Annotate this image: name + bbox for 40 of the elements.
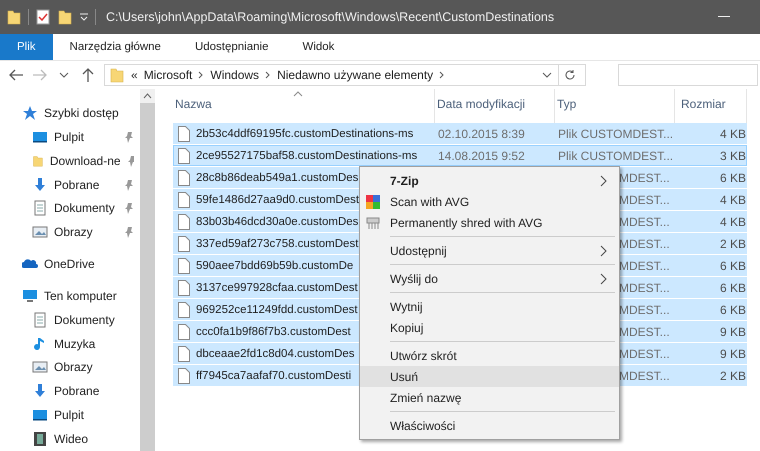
- size-cell-text: 4 KB: [718, 214, 747, 228]
- size-cell-text: 3 KB: [718, 148, 747, 162]
- file-name: 969252ce11249fdd.customDest: [196, 304, 358, 316]
- type-cell-text: MDEST...: [618, 236, 671, 250]
- type-cell-text: MDEST...: [618, 280, 671, 294]
- size-cell-text: 9 KB: [718, 324, 747, 338]
- size-cell-text: 6 KB: [718, 258, 747, 272]
- type-cell-text: MDEST...: [618, 214, 671, 228]
- file-name: ccc0fa1b9f86f7b3.customDest: [196, 326, 351, 338]
- type-cell-text: MDEST...: [618, 170, 671, 184]
- size-cell-text: 6 KB: [718, 302, 747, 316]
- size-cell-text: 9 KB: [718, 346, 747, 360]
- file-name: 59fe1486d27aa9d0.customDest: [196, 194, 360, 206]
- address-prefix: «: [131, 68, 138, 82]
- type-cell-text: MDEST...: [618, 302, 671, 316]
- type-cell-text: Plik CUSTOMDEST...: [557, 126, 674, 140]
- date-cell-text: 14.08.2015 9:52: [437, 148, 526, 162]
- file-name: ff7945ca7aafaf70.customDesti: [196, 370, 352, 382]
- file-name: 590aee7bdd69b59b.customDe: [196, 260, 354, 272]
- type-cell-text: MDEST...: [618, 192, 671, 206]
- window-title: C:\Users\john\AppData\Roaming\Microsoft\Windows\Recent\CustomDestinations: [106, 10, 554, 24]
- size-cell-text: 4 KB: [718, 126, 747, 140]
- size-cell-text: 2 KB: [718, 368, 747, 382]
- size-cell-text: 6 KB: [718, 170, 747, 184]
- size-cell-text: 6 KB: [718, 280, 747, 294]
- file-name: 3137ce997928cfaa.customDest: [196, 282, 358, 294]
- type-cell-text: MDEST...: [618, 258, 671, 272]
- size-cell-text: 4 KB: [718, 192, 747, 206]
- file-name: 2ce95527175baf58.customDestinations-ms: [196, 150, 418, 162]
- type-cell-text: MDEST...: [618, 324, 671, 338]
- type-cell-text: Plik CUSTOMDEST...: [557, 148, 674, 162]
- size-cell-text: 2 KB: [718, 236, 747, 250]
- file-name: 337ed59af273c758.customDest: [196, 238, 358, 250]
- date-cell-text: 02.10.2015 8:39: [437, 126, 526, 140]
- file-name: 28c8b86deab549a1.customDes: [196, 172, 358, 184]
- file-name: 83b03b46dcd30a0e.customDes: [196, 216, 358, 228]
- file-name: 2b53c4ddf69195fc.customDestinations-ms: [196, 128, 414, 140]
- file-name: dbceaae2fd1c8d04.customDes: [196, 348, 355, 360]
- type-cell-text: MDEST...: [618, 346, 671, 360]
- type-cell-text: MDEST...: [618, 368, 671, 382]
